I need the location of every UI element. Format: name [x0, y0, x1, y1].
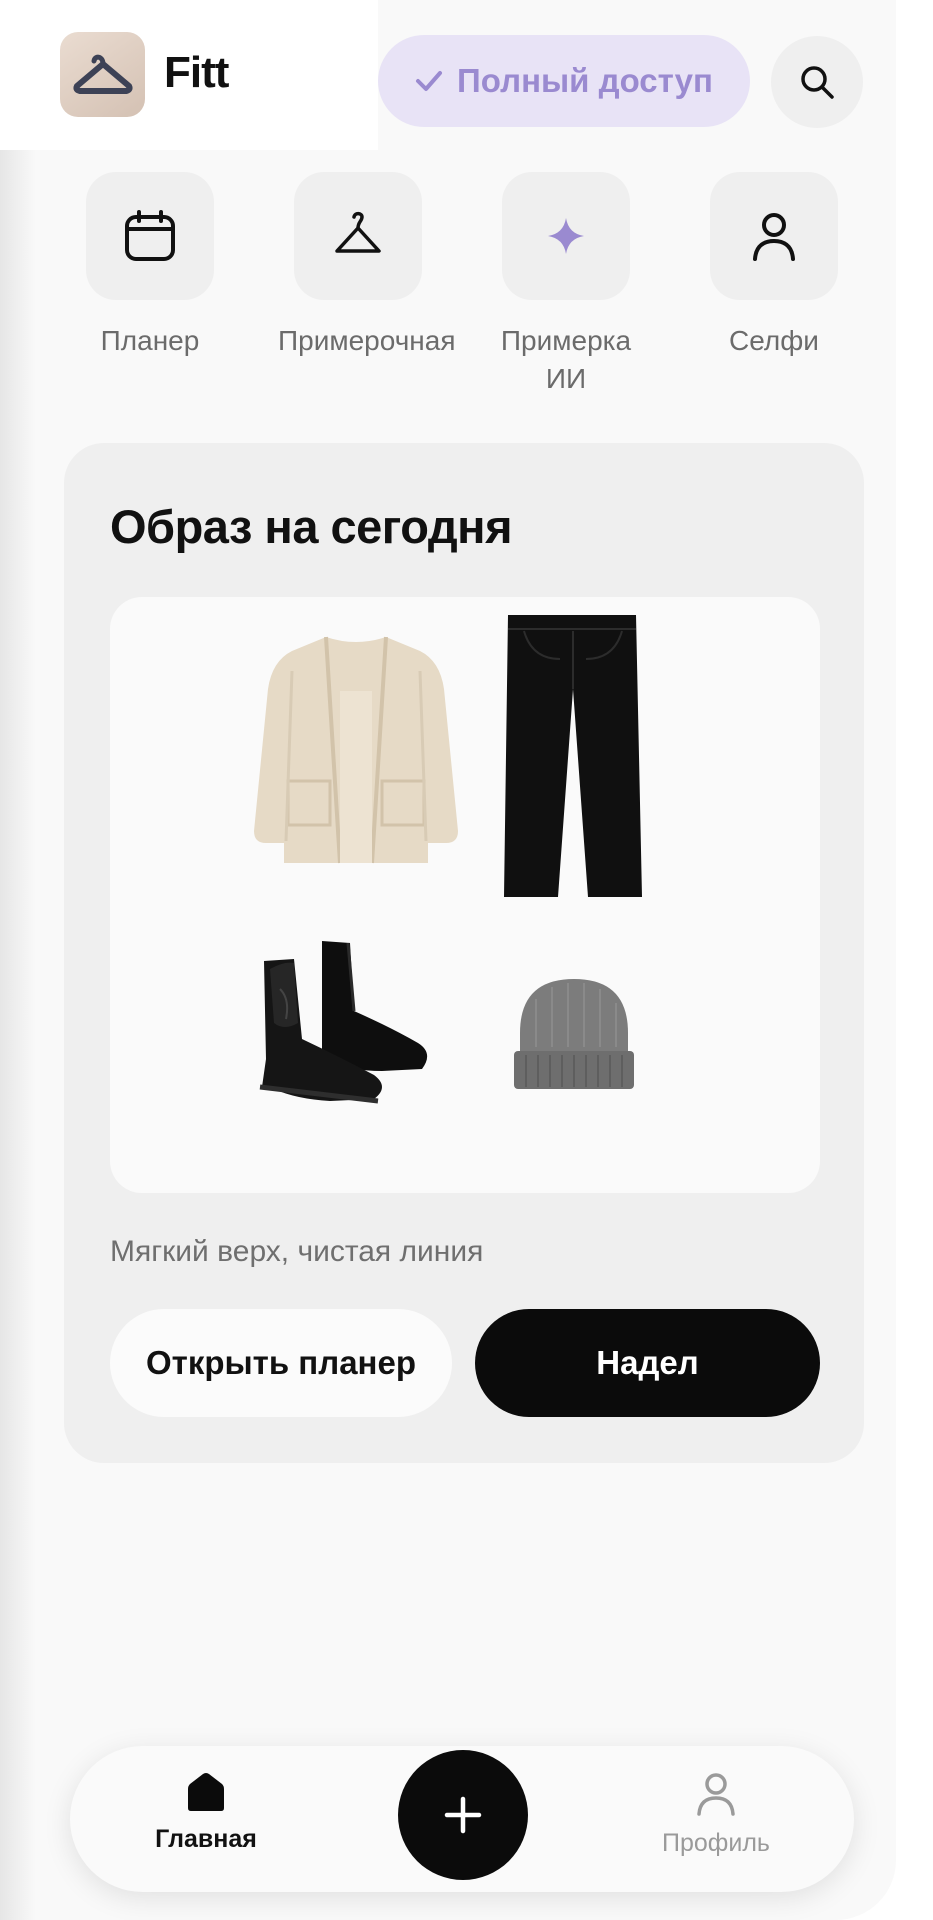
plus-icon — [444, 1796, 482, 1834]
quick-action-label: Селфи — [729, 325, 819, 356]
add-button[interactable] — [398, 1750, 528, 1880]
outfit-of-the-day-card: Образ на сегодня Мягкий верх, чистая лин… — [64, 443, 864, 1463]
cardigan-icon — [254, 636, 458, 864]
nav-home[interactable]: Главная — [126, 1772, 286, 1854]
quick-action-planner[interactable]: Планер — [70, 172, 230, 360]
boots-icon — [259, 941, 428, 1104]
calendar-icon — [125, 210, 175, 261]
quick-action-label: Планер — [100, 325, 200, 356]
wore-it-button[interactable]: Надел — [475, 1309, 820, 1417]
planner-tile — [86, 172, 214, 300]
full-access-label: Полный доступ — [457, 62, 713, 99]
person-icon — [753, 213, 795, 261]
nav-home-label: Главная — [155, 1825, 257, 1853]
open-planner-button[interactable]: Открыть планер — [110, 1309, 452, 1417]
outfit-description: Мягкий верх, чистая линия — [110, 1235, 484, 1268]
quick-action-label: Примерочная — [278, 325, 456, 356]
app-name: Fitt — [164, 48, 229, 97]
beanie-icon — [514, 979, 634, 1089]
quick-action-ai-try-on[interactable]: Примерка ИИ — [486, 172, 646, 398]
search-button[interactable] — [771, 36, 863, 128]
fitting-room-tile — [294, 172, 422, 300]
selfie-tile — [710, 172, 838, 300]
quick-action-label: Примерка ИИ — [500, 325, 632, 394]
hanger-icon — [72, 54, 133, 94]
home-icon — [188, 1773, 224, 1811]
quick-action-fitting-room[interactable]: Примерочная — [278, 172, 456, 360]
quick-action-selfie[interactable]: Селфи — [694, 172, 854, 360]
hanger-icon — [335, 211, 381, 253]
app-logo[interactable] — [60, 32, 145, 117]
nav-profile-label: Профиль — [662, 1829, 770, 1857]
screen-edge — [0, 0, 36, 1920]
sparkle-icon — [548, 218, 584, 254]
bottom-navigation: Главная Профиль — [70, 1746, 854, 1892]
person-icon — [697, 1773, 735, 1816]
search-icon — [801, 66, 834, 99]
nav-profile[interactable]: Профиль — [636, 1772, 796, 1858]
card-title: Образ на сегодня — [110, 500, 513, 553]
jeans-icon — [504, 615, 642, 897]
outfit-preview[interactable] — [110, 597, 820, 1193]
screen-margin — [896, 0, 933, 1920]
full-access-badge[interactable]: Полный доступ — [378, 35, 750, 127]
check-icon — [416, 71, 443, 91]
app-screen: Fitt Полный доступ Планер Примерочная Пр… — [0, 0, 896, 1920]
ai-try-on-tile — [502, 172, 630, 300]
